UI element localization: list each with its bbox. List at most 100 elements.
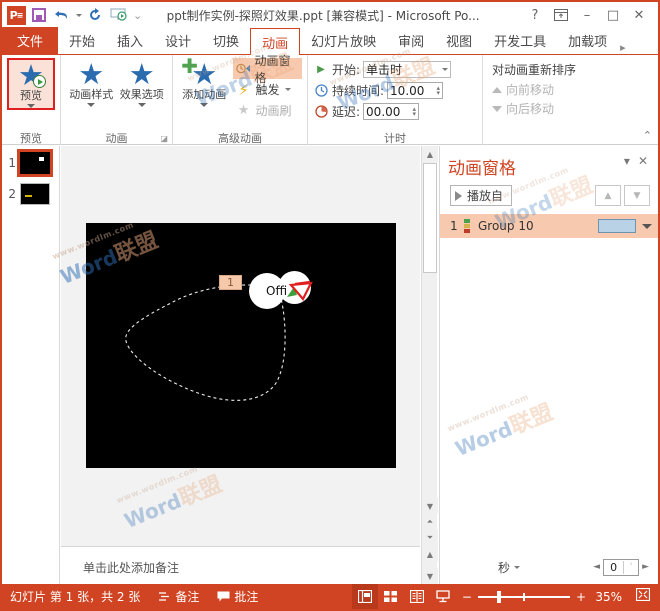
seconds-dropdown[interactable]: 秒 [498,559,521,576]
zoom-in-button[interactable]: + [576,590,586,604]
notes-pane[interactable]: 单击此处添加备注 [61,546,420,584]
slide-thumbnail-2[interactable]: 2 [2,174,59,205]
scrollbar-thumb[interactable] [423,163,437,273]
pane-options-icon[interactable]: ▾ [620,154,634,168]
triangle-up-icon: ▲ [604,190,612,201]
quick-access-toolbar: P ≡ ⌄ [2,5,144,25]
notes-scroll-down-button[interactable]: ▼ [422,568,438,584]
slide-thumbnail-1[interactable]: 1 [2,146,59,177]
move-earlier-button[interactable]: 向前移动 [488,80,558,99]
animation-sequence-tag[interactable]: 1 [219,275,242,290]
next-slide-button[interactable]: ⏷ [422,530,438,546]
play-from-button[interactable]: 播放自 [450,185,513,206]
move-later-button[interactable]: 向后移动 [488,99,558,118]
slide-preview[interactable] [17,149,53,177]
animation-painter-button: ★ 动画刷 [233,100,302,121]
maximize-button[interactable]: □ [600,4,626,26]
comments-toggle-button[interactable]: 批注 [208,584,267,609]
timeline-scroll-spinner[interactable]: ◄ 0 ' ► [593,558,649,576]
tab-view[interactable]: 视图 [435,27,483,54]
tab-home[interactable]: 开始 [58,27,106,54]
animation-styles-button[interactable]: ★ 动画样式 [66,58,117,107]
zoom-slider-handle[interactable] [496,590,501,603]
office-group-object[interactable]: Offi [249,275,316,307]
fit-to-window-button[interactable] [628,587,658,605]
slideshow-view-button[interactable] [430,584,456,609]
chevron-down-icon[interactable] [137,103,146,107]
motion-path[interactable] [86,223,396,468]
tab-overflow-icon[interactable]: ▸ [618,41,626,54]
zoom-out-button[interactable]: − [462,590,472,604]
tab-file[interactable]: 文件 [2,27,58,54]
delay-spinner[interactable]: 00.00 ▴ ▾ [363,103,420,120]
close-icon[interactable]: ✕ [634,154,652,168]
tab-slideshow[interactable]: 幻灯片放映 [300,27,387,54]
zoom-slider[interactable] [477,590,570,603]
animation-list: 1 Group 10 [440,214,658,238]
effect-options-button[interactable]: ★ 效果选项 [117,58,168,107]
save-icon[interactable] [29,5,49,25]
scroll-down-button[interactable]: ▼ [422,498,438,514]
tab-addins[interactable]: 加载项 [557,27,618,54]
duration-spinner[interactable]: 10.00 ▴ ▾ [387,82,444,99]
chevron-down-icon[interactable] [284,88,291,91]
notes-scroll-up-button[interactable]: ▲ [422,546,438,562]
animation-list-item[interactable]: 1 Group 10 [440,214,658,238]
slide-thumbnail-pane[interactable]: 1 2 [2,146,60,584]
dialog-launcher-icon[interactable]: ◪ [160,134,168,143]
slide-sorter-view-button[interactable] [378,584,404,609]
undo-dropdown-icon[interactable] [76,13,82,17]
notes-vertical-scrollbar[interactable]: ▲ ▼ [421,546,438,584]
ribbon-collapse-icon[interactable]: ⌃ [643,129,652,142]
close-button[interactable]: ✕ [626,4,652,26]
slideshow-icon[interactable] [108,5,128,25]
tab-insert[interactable]: 插入 [106,27,154,54]
slide-indicator[interactable]: 幻灯片 第 1 张，共 2 张 [2,584,149,609]
zoom-control[interactable]: − + 35% [456,590,628,604]
animation-index: 1 [450,219,458,233]
notes-placeholder[interactable]: 单击此处添加备注 [83,559,179,576]
spinner-arrows-icon[interactable]: ▴ ▾ [413,105,417,117]
slide-vertical-scrollbar[interactable]: ▲ ⏶ ⏷ ▼ [421,146,438,546]
chevron-down-icon[interactable] [642,223,652,229]
tab-developer[interactable]: 开发工具 [483,27,557,54]
chevron-down-icon[interactable] [200,103,209,107]
spinner-arrows-icon[interactable]: ▴ ▾ [437,84,441,96]
undo-icon[interactable] [52,5,72,25]
plus-icon: ✚ [181,54,199,78]
delay-label: 延迟: [332,105,361,119]
slide-preview[interactable] [20,183,50,205]
chevron-down-icon[interactable] [27,104,35,108]
slide-editing-pane[interactable]: 1 Offi www.wordlm.com Word联盟 www.wordlm.… [51,146,420,546]
chevron-down-icon[interactable] [514,565,521,569]
customize-qat-icon[interactable]: ⌄ [131,9,144,22]
tab-transitions[interactable]: 切换 [202,27,250,54]
slide-canvas[interactable]: 1 Offi [86,223,396,468]
animation-timeline-bar[interactable] [598,219,636,233]
tab-design[interactable]: 设计 [154,27,202,54]
scroll-up-button[interactable]: ▲ [422,146,438,162]
redo-icon[interactable] [85,5,105,25]
start-combo[interactable]: 单击时 [363,61,452,78]
minimize-button[interactable]: – [574,4,600,26]
move-up-button[interactable]: ▲ [595,185,621,206]
animation-pane-button[interactable]: 动画窗格 [232,54,302,85]
chevron-down-icon[interactable] [87,103,96,107]
move-down-button[interactable]: ▼ [624,185,650,206]
add-animation-button[interactable]: ★ ✚ 添加动画 [178,54,231,107]
tab-review[interactable]: 审阅 [387,27,435,54]
ribbon-display-options-button[interactable] [548,4,574,26]
zoom-level-label[interactable]: 35% [592,590,622,604]
normal-view-button[interactable] [351,584,378,609]
reading-view-button[interactable] [404,584,430,609]
trigger-button[interactable]: ⚡ 触发 [233,79,302,100]
help-button[interactable]: ? [522,4,548,26]
scroll-left-icon[interactable]: ◄ [593,562,600,572]
preview-button[interactable]: ★ 预览 [7,58,55,110]
timeline-scroll-value-box[interactable]: 0 ' [603,558,640,576]
chevron-down-icon[interactable] [442,68,449,71]
clock-icon [313,83,329,99]
scroll-right-icon[interactable]: ► [642,562,649,572]
notes-toggle-button[interactable]: 备注 [149,584,208,609]
previous-slide-button[interactable]: ⏶ [422,514,438,530]
